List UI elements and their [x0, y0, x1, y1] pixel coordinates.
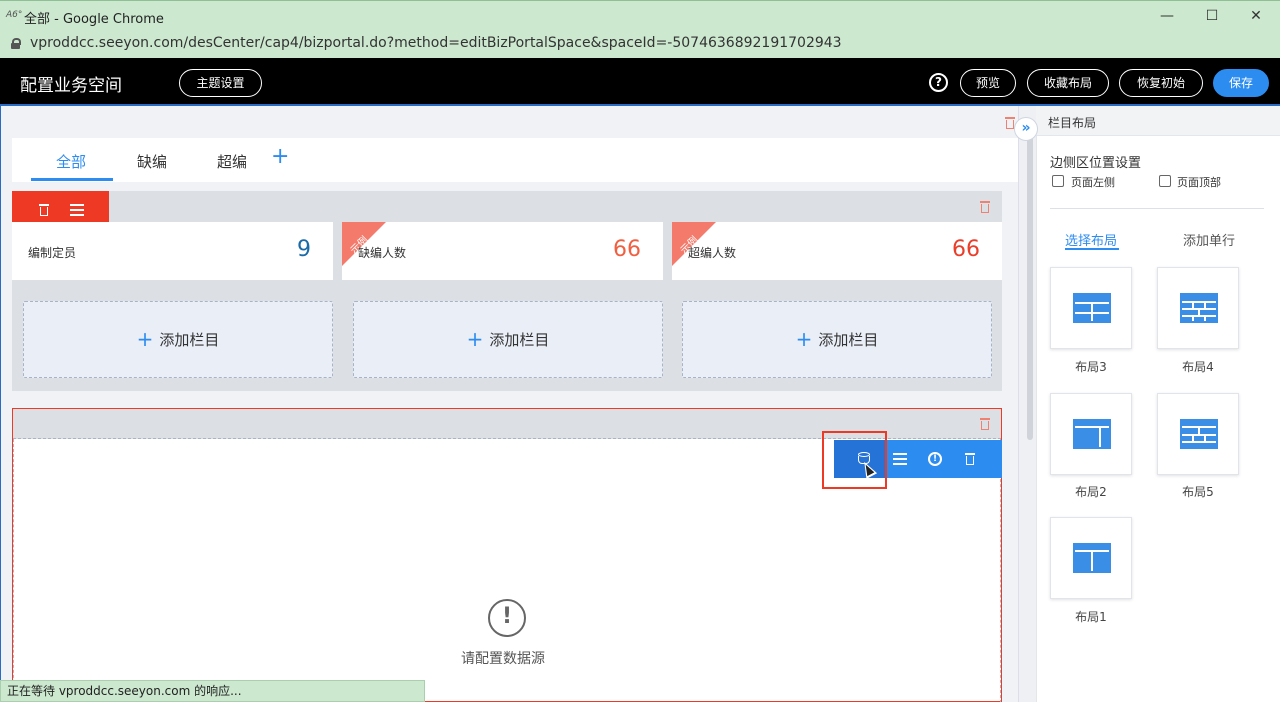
layout-option-5[interactable] — [1157, 393, 1239, 475]
app-header: 配置业务空间 主题设置 ? 预览 收藏布局 恢复初始 保存 — [0, 58, 1280, 106]
tab-overstaffed[interactable]: 超编 — [217, 151, 247, 172]
plus-icon: + — [136, 327, 154, 351]
add-column-button[interactable]: + 添加栏目 — [23, 301, 333, 378]
layout-4-icon — [1180, 293, 1218, 323]
info-icon[interactable]: ! — [928, 452, 942, 466]
address-url[interactable]: vproddcc.seeyon.com/desCenter/cap4/bizpo… — [30, 35, 842, 51]
layout-label: 布局1 — [1075, 610, 1107, 624]
save-button[interactable]: 保存 — [1213, 69, 1269, 97]
add-column-button[interactable]: + 添加栏目 — [353, 301, 663, 378]
stat-value: 66 — [613, 237, 641, 262]
layout-option-4[interactable] — [1157, 267, 1239, 349]
browser-window-title: 全部 - Google Chrome — [24, 12, 164, 27]
close-icon[interactable]: ✕ — [1241, 5, 1271, 27]
layout-option-2[interactable] — [1050, 393, 1132, 475]
highlight-box — [822, 431, 887, 489]
page-title: 配置业务空间 — [20, 76, 122, 96]
checkbox-page-top[interactable] — [1159, 175, 1171, 187]
lock-icon — [11, 38, 21, 49]
collect-layout-button[interactable]: 收藏布局 — [1027, 69, 1109, 97]
trash-icon[interactable] — [964, 453, 976, 465]
stat-card-quota[interactable]: 编制定员 9 — [12, 222, 333, 280]
browser-app-icon: A6° — [6, 10, 23, 20]
list-icon[interactable] — [893, 453, 907, 465]
theme-settings-button[interactable]: 主题设置 — [179, 69, 262, 97]
tab-all[interactable]: 全部 — [56, 151, 86, 172]
layout-3-icon — [1073, 293, 1111, 323]
layout-label: 布局5 — [1182, 485, 1214, 499]
tab-shortage[interactable]: 缺编 — [137, 151, 167, 172]
checkbox-page-left[interactable] — [1052, 175, 1064, 187]
stat-card-shortage[interactable]: 示例 缺编人数 66 — [342, 222, 663, 280]
panel-title: 栏目布局 — [1048, 116, 1097, 130]
trash-icon[interactable] — [979, 418, 991, 430]
plus-icon: + — [466, 327, 484, 351]
layout-2-icon — [1073, 419, 1111, 449]
list-icon[interactable] — [70, 204, 84, 216]
stat-card-over[interactable]: 示例 超编人数 66 — [672, 222, 1002, 280]
empty-state-text: 请配置数据源 — [461, 651, 545, 667]
stat-label: 缺编人数 — [358, 246, 407, 260]
tab-add-row[interactable]: 添加单行 — [1183, 230, 1235, 249]
layout-option-1[interactable] — [1050, 517, 1132, 599]
scrollbar-thumb[interactable] — [1027, 120, 1033, 440]
browser-title-bar: A6° 全部 - Google Chrome — ☐ ✕ — [0, 0, 1280, 31]
layout-label: 布局2 — [1075, 485, 1107, 499]
help-icon[interactable]: ? — [929, 73, 948, 92]
tab-select-layout[interactable]: 选择布局 — [1065, 230, 1117, 249]
trash-icon[interactable] — [38, 204, 50, 216]
checkbox-label: 页面顶部 — [1177, 176, 1221, 189]
plus-icon: + — [795, 327, 813, 351]
layout-label: 布局3 — [1075, 360, 1107, 374]
add-column-button[interactable]: + 添加栏目 — [682, 301, 992, 378]
expand-panel-icon[interactable]: » — [1014, 117, 1038, 141]
stat-value: 66 — [952, 237, 980, 262]
side-position-title: 边侧区位置设置 — [1050, 156, 1142, 171]
active-tab-indicator — [31, 178, 113, 181]
layout-5-icon — [1180, 419, 1218, 449]
layout-label: 布局4 — [1182, 360, 1214, 374]
panel-divider — [1050, 208, 1264, 209]
stat-value: 9 — [297, 237, 311, 262]
checkbox-label: 页面左侧 — [1071, 176, 1115, 189]
restore-default-button[interactable]: 恢复初始 — [1119, 69, 1203, 97]
trash-icon[interactable] — [979, 201, 991, 213]
maximize-icon[interactable]: ☐ — [1197, 5, 1227, 27]
minimize-icon[interactable]: — — [1152, 5, 1182, 27]
layout-option-3[interactable] — [1050, 267, 1132, 349]
address-bar[interactable]: vproddcc.seeyon.com/desCenter/cap4/bizpo… — [0, 31, 1280, 58]
layout-1-icon — [1073, 543, 1111, 573]
warning-icon: ! — [488, 599, 526, 637]
stat-label: 超编人数 — [688, 246, 737, 260]
stat-label: 编制定员 — [28, 246, 77, 260]
add-tab-icon[interactable]: + — [271, 146, 289, 168]
browser-status-bar: 正在等待 vproddcc.seeyon.com 的响应... — [0, 680, 425, 702]
preview-button[interactable]: 预览 — [960, 69, 1016, 97]
panel-tab-indicator — [1065, 248, 1119, 250]
